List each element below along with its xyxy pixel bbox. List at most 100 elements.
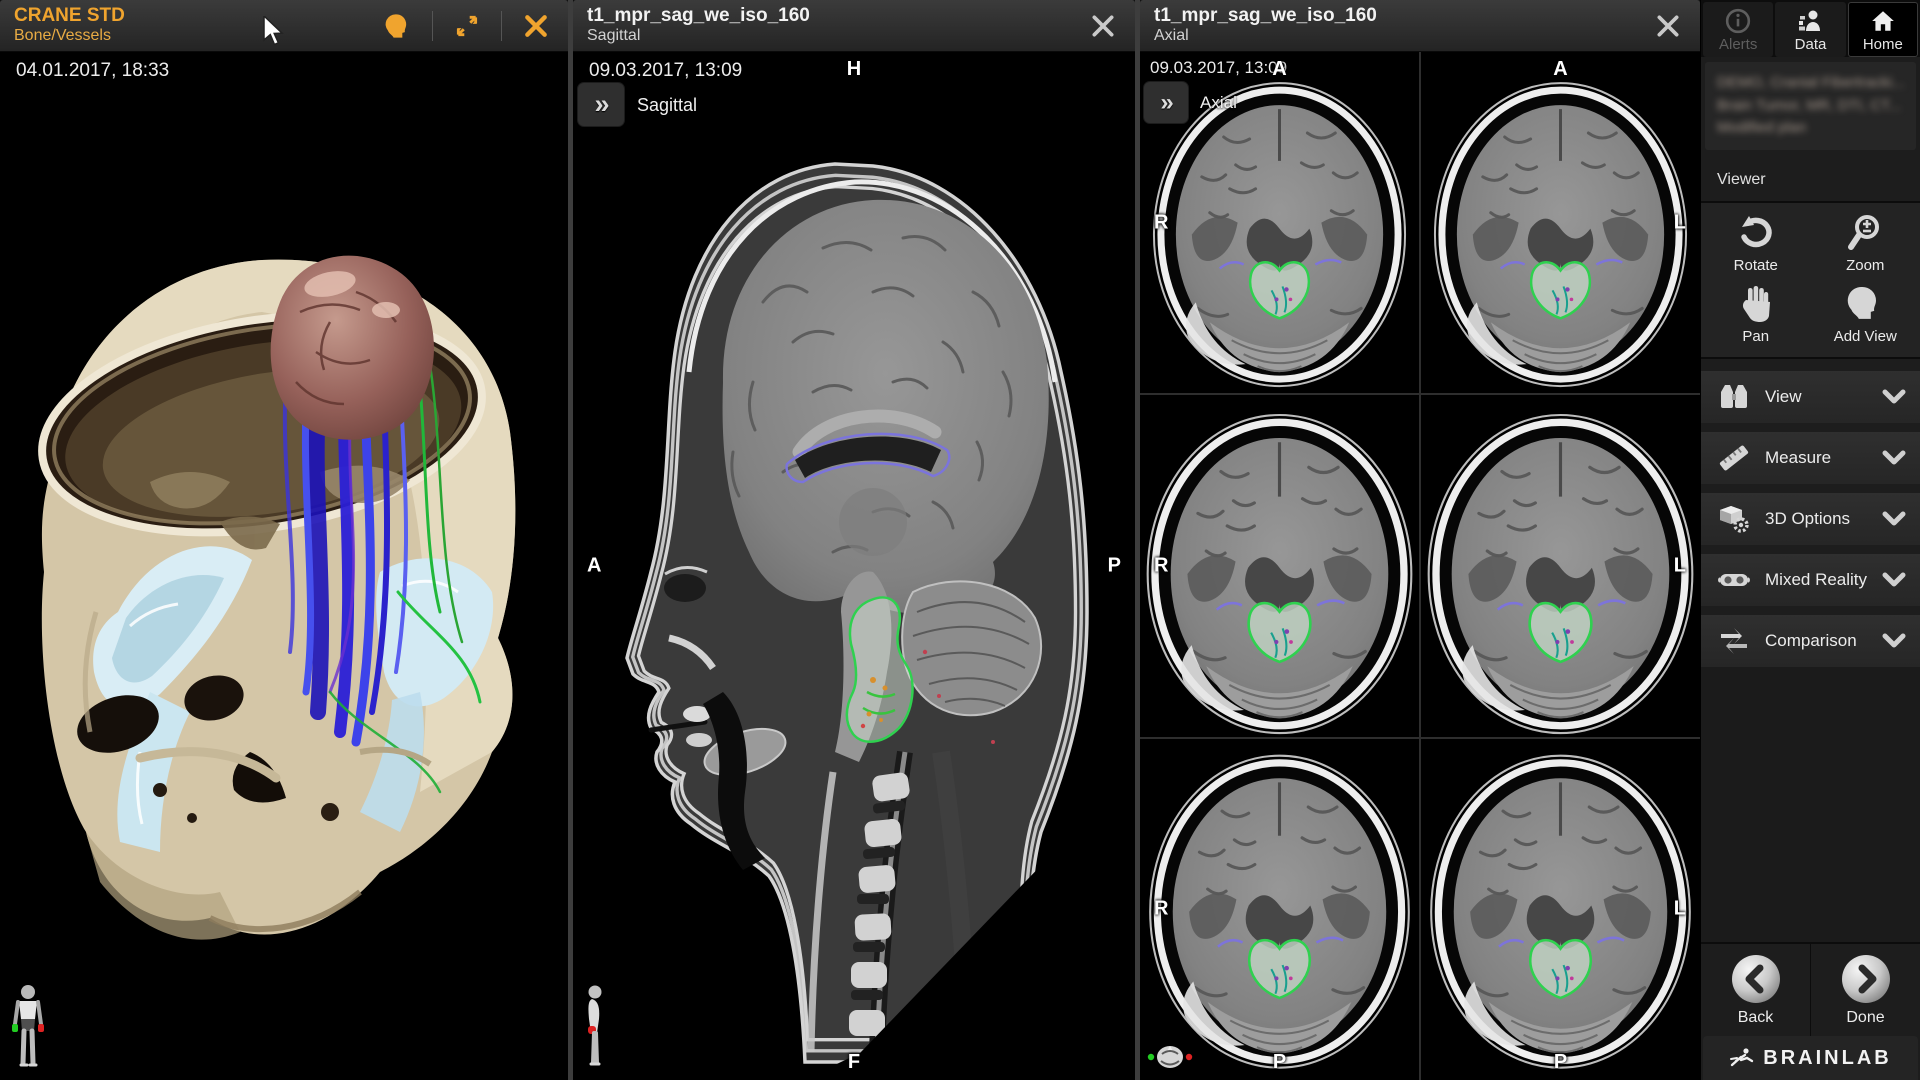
panel-3d-header: CRANE STD Bone/Vessels [0,0,568,52]
close-3d-icon[interactable] [516,6,556,46]
panel-3d: CRANE STD Bone/Vessels [0,0,568,1080]
panel-3d-content[interactable]: 04.01.2017, 18:33 [0,52,568,1080]
panel-3d-subtitle: Bone/Vessels [14,27,125,45]
panel-sagittal-subtitle: Sagittal [587,27,810,45]
brand-text: BRAINLAB [1763,1047,1891,1070]
brand-bar: BRAINLAB [1703,1036,1918,1080]
fullscreen-icon[interactable] [447,6,487,46]
zoom-icon [1843,213,1887,253]
orientation-label-anterior: A [1272,58,1286,81]
mouse-cursor-icon [262,16,284,46]
orientation-label-foot: F [848,1051,860,1074]
sidebar: Alerts Data Home DEMO, Cranial Fibertrac… [1700,0,1920,1080]
panel-3d-title: CRANE STD [14,5,125,27]
menu-view[interactable]: View [1701,371,1920,423]
axial-mri-image [1140,395,1419,736]
sagittal-mri-image [573,52,1135,1080]
patient-info-line: DEMO, Cranial Fibertracki... [1717,72,1904,95]
view-type-label: Axial [1200,93,1237,113]
expand-views-button[interactable]: » [578,83,624,126]
add-view-tool-button[interactable]: Add View [1811,284,1920,345]
patient-info-line: Modified plan [1717,117,1904,140]
axial-mri-image [1421,739,1700,1075]
axial-slice-tile[interactable]: L P [1421,739,1700,1080]
pan-tool-button[interactable]: Pan [1701,284,1811,345]
orientation-figure-axial [1146,1042,1194,1072]
orientation-label-left: L [1674,211,1686,234]
menu-3d-options[interactable]: 3D Options [1701,493,1920,545]
skull-3d-render [0,52,568,1080]
brainlab-runner-icon [1729,1047,1755,1069]
axial-slice-tile[interactable]: R [1140,395,1419,736]
chevron-down-icon [1882,388,1906,406]
comparison-arrows-icon [1717,626,1751,656]
menu-3d-options-label: 3D Options [1765,509,1850,529]
tab-data-label: Data [1795,36,1827,53]
rotate-tool-button[interactable]: Rotate [1701,213,1811,274]
header-divider [432,11,433,41]
axial-mri-image [1421,395,1700,736]
home-icon [1870,8,1896,34]
axial-grid: 09.03.2017, 13:09 » Axial A R A L R [1140,52,1700,1080]
axial-slice-tile[interactable]: 09.03.2017, 13:09 » Axial A R [1140,52,1419,393]
data-icon [1796,8,1824,34]
panel-3d-titles: CRANE STD Bone/Vessels [14,5,125,45]
menu-comparison[interactable]: Comparison [1701,615,1920,667]
orientation-label-posterior: P [1108,555,1121,578]
axial-slice-tile[interactable]: L [1421,395,1700,736]
viewer-app: CRANE STD Bone/Vessels [0,0,1920,1080]
orientation-label-right: R [1154,554,1168,577]
menu-measure-label: Measure [1765,448,1831,468]
panel-sagittal-title: t1_mpr_sag_we_iso_160 [587,5,810,27]
menu-view-label: View [1765,387,1802,407]
series-date: 09.03.2017, 13:09 [589,60,742,82]
orientation-label-posterior: P [1554,1051,1567,1074]
orientation-figure-front [10,984,46,1070]
axial-mri-image [1421,52,1700,393]
section-label-viewer: Viewer [1701,155,1920,201]
header-divider [501,11,502,41]
orientation-label-anterior: A [1553,58,1567,81]
done-label: Done [1846,1009,1884,1027]
tab-home[interactable]: Home [1848,2,1918,57]
menu-measure[interactable]: Measure [1701,432,1920,484]
menu-mixed-reality-label: Mixed Reality [1765,570,1867,590]
close-sagittal-icon[interactable] [1083,6,1123,46]
pan-hand-icon [1734,284,1778,324]
tab-data[interactable]: Data [1775,2,1845,57]
nav-bar: Back Done [1701,942,1920,1036]
patient-info[interactable]: DEMO, Cranial Fibertracki... Brain Tumor… [1705,62,1916,150]
orientation-label-right: R [1154,898,1168,921]
expand-views-button[interactable]: » [1144,82,1188,123]
done-button[interactable]: Done [1810,944,1920,1036]
panel-axial-subtitle: Axial [1154,27,1377,45]
panel-axial-content: 09.03.2017, 13:09 » Axial A R A L R [1140,52,1700,1080]
view-binoculars-icon [1717,382,1751,412]
panel-sagittal-titles: t1_mpr_sag_we_iso_160 Sagittal [587,5,810,45]
menu-mixed-reality[interactable]: Mixed Reality [1701,554,1920,606]
close-axial-icon[interactable] [1648,6,1688,46]
orientation-label-left: L [1674,554,1686,577]
orientation-label-left: L [1674,898,1686,921]
axial-slice-tile[interactable]: A L [1421,52,1700,393]
add-view-label: Add View [1834,328,1897,345]
series-date: 04.01.2017, 18:33 [16,60,169,82]
pan-label: Pan [1742,328,1769,345]
series-date: 09.03.2017, 13:09 [1150,58,1287,78]
view-type-label: Sagittal [637,95,697,116]
chevron-down-icon [1882,571,1906,589]
panel-sagittal-content[interactable]: 09.03.2017, 13:09 » Sagittal H A P F [573,52,1135,1080]
rotate-label: Rotate [1734,257,1778,274]
patient-info-line: Brain Tumor, MR, DTI, CT... [1717,95,1904,118]
axial-slice-tile[interactable]: R P [1140,739,1419,1080]
head-view-icon[interactable] [378,6,418,46]
orientation-label-posterior: P [1273,1051,1286,1074]
panel-sagittal: t1_mpr_sag_we_iso_160 Sagittal [573,0,1135,1080]
zoom-label: Zoom [1846,257,1884,274]
measure-ruler-icon [1717,443,1751,473]
tab-alerts-label: Alerts [1719,36,1757,53]
orientation-figure-side [583,984,609,1070]
zoom-tool-button[interactable]: Zoom [1811,213,1920,274]
back-button[interactable]: Back [1701,944,1810,1036]
sidebar-tabs: Alerts Data Home [1701,0,1920,57]
